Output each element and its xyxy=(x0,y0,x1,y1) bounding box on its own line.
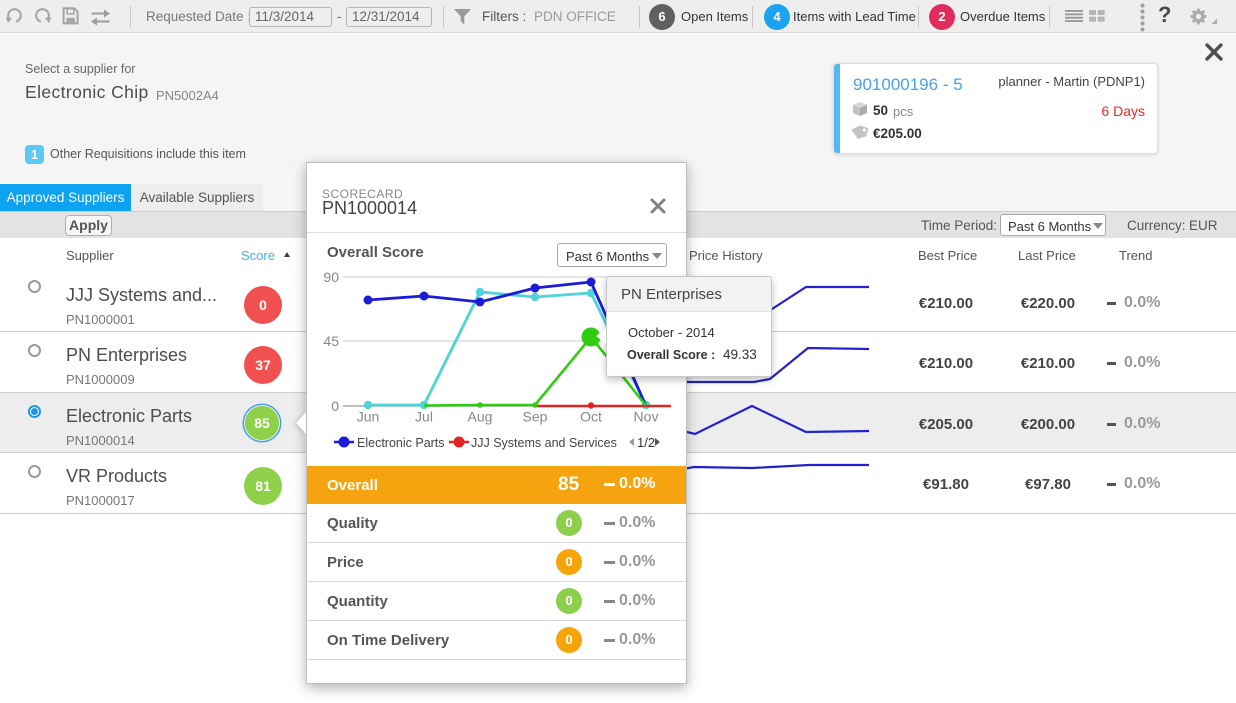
svg-text:JJJ Systems and Services: JJJ Systems and Services xyxy=(471,436,617,450)
svg-text:0: 0 xyxy=(331,398,339,414)
svg-text:Oct: Oct xyxy=(580,409,602,425)
svg-text:Nov: Nov xyxy=(634,409,659,425)
svg-text:90: 90 xyxy=(323,269,339,285)
svg-text:1/2: 1/2 xyxy=(637,435,655,450)
svg-text:Electronic Parts: Electronic Parts xyxy=(357,436,445,450)
svg-text:45: 45 xyxy=(323,333,339,349)
svg-text:Jul: Jul xyxy=(415,409,433,425)
svg-text:Jun: Jun xyxy=(357,409,380,425)
svg-text:Sep: Sep xyxy=(523,409,548,425)
svg-text:Aug: Aug xyxy=(468,409,493,425)
